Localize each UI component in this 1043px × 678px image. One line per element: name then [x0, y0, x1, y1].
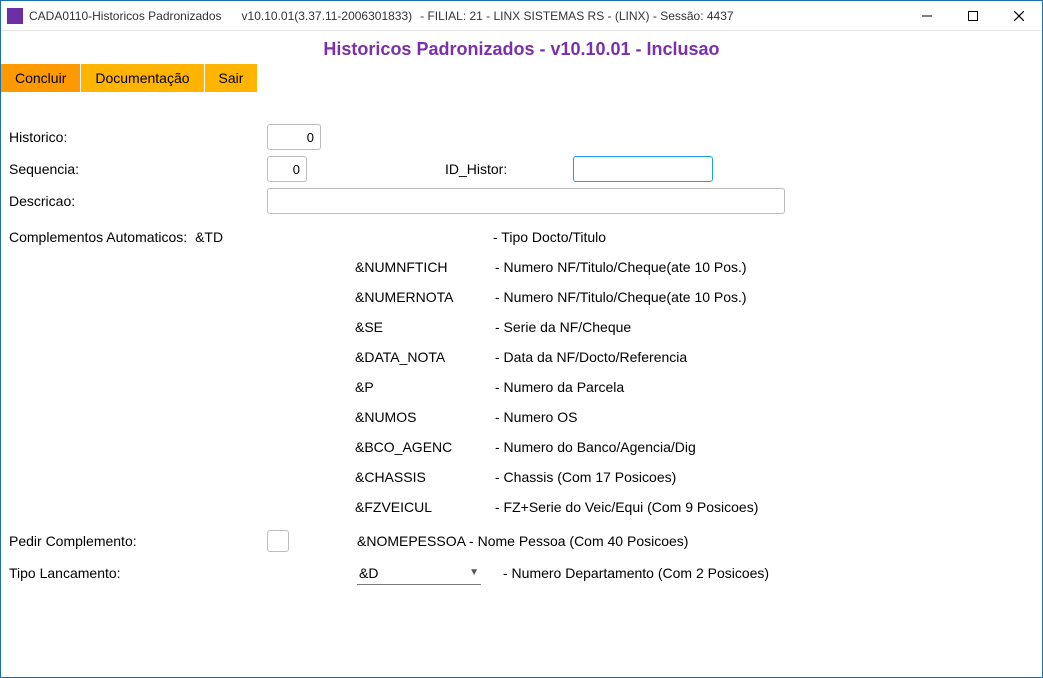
- historico-input[interactable]: [267, 124, 321, 150]
- title-bar: CADA0110-Historicos Padronizados v10.10.…: [1, 1, 1042, 31]
- descricao-input[interactable]: [267, 188, 785, 214]
- minimize-icon: [922, 11, 932, 21]
- comp-code: &NUMNFTICH: [355, 259, 495, 275]
- window-controls: [904, 1, 1042, 30]
- pedir-complemento-checkbox[interactable]: [267, 530, 289, 552]
- comp-code: &SE: [355, 319, 495, 335]
- documentacao-button[interactable]: Documentação: [81, 64, 203, 92]
- tipo-lancamento-dropdown[interactable]: &D ▼: [357, 561, 481, 585]
- id-histor-label: ID_Histor:: [445, 161, 565, 177]
- comp-code: &P: [355, 379, 495, 395]
- comp-code: &DATA_NOTA: [355, 349, 495, 365]
- comp-code: &BCO_AGENC: [355, 439, 495, 455]
- pedir-complemento-label: Pedir Complemento:: [7, 533, 267, 549]
- tipo-lancamento-label: Tipo Lancamento:: [7, 565, 267, 581]
- tipo-lancamento-value: &D: [359, 565, 378, 581]
- maximize-icon: [968, 11, 978, 21]
- maximize-button[interactable]: [950, 1, 996, 30]
- descricao-label: Descricao:: [7, 193, 267, 209]
- tipo-lancamento-desc: - Numero Departamento (Com 2 Posicoes): [503, 565, 769, 581]
- id-histor-input[interactable]: [573, 156, 713, 182]
- minimize-button[interactable]: [904, 1, 950, 30]
- comp-desc: - FZ+Serie do Veic/Equi (Com 9 Posicoes): [495, 499, 758, 515]
- comp-desc: - Numero NF/Titulo/Cheque(ate 10 Pos.): [495, 289, 747, 305]
- close-icon: [1014, 11, 1024, 21]
- chevron-down-icon: ▼: [469, 567, 479, 578]
- page-title: Historicos Padronizados - v10.10.01 - In…: [1, 31, 1042, 64]
- comp-code: &NUMOS: [355, 409, 495, 425]
- comp-desc: - Numero NF/Titulo/Cheque(ate 10 Pos.): [495, 259, 747, 275]
- historico-label: Historico:: [7, 129, 267, 145]
- comp-code: &CHASSIS: [355, 469, 495, 485]
- comp-desc: - Numero da Parcela: [495, 379, 624, 395]
- comp-code: &FZVEICUL: [355, 499, 495, 515]
- toolbar: Concluir Documentação Sair: [1, 64, 1042, 92]
- complementos-label: Complementos Automaticos: &TD: [7, 229, 237, 245]
- comp-desc: - Serie da NF/Cheque: [495, 319, 631, 335]
- form-area: Historico: Sequencia: ID_Histor: Descric…: [1, 92, 1042, 677]
- title-version: v10.10.01(3.37.11-2006301833): [242, 9, 413, 23]
- sequencia-label: Sequencia:: [7, 161, 267, 177]
- close-button[interactable]: [996, 1, 1042, 30]
- nomepessoa-line: &NOMEPESSOA - Nome Pessoa (Com 40 Posico…: [357, 533, 688, 549]
- comp-desc: - Data da NF/Docto/Referencia: [495, 349, 687, 365]
- app-icon: [7, 8, 23, 24]
- title-app-name: CADA0110-Historicos Padronizados: [29, 9, 222, 23]
- comp-desc: - Numero OS: [495, 409, 577, 425]
- app-window: CADA0110-Historicos Padronizados v10.10.…: [0, 0, 1043, 678]
- title-context: - FILIAL: 21 - LINX SISTEMAS RS - (LINX)…: [420, 9, 733, 23]
- concluir-button[interactable]: Concluir: [1, 64, 80, 92]
- sequencia-input[interactable]: [267, 156, 307, 182]
- complementos-first-desc: - Tipo Docto/Titulo: [493, 229, 606, 245]
- comp-desc: - Numero do Banco/Agencia/Dig: [495, 439, 696, 455]
- comp-code: &NUMERNOTA: [355, 289, 495, 305]
- comp-desc: - Chassis (Com 17 Posicoes): [495, 469, 676, 485]
- sair-button[interactable]: Sair: [205, 64, 258, 92]
